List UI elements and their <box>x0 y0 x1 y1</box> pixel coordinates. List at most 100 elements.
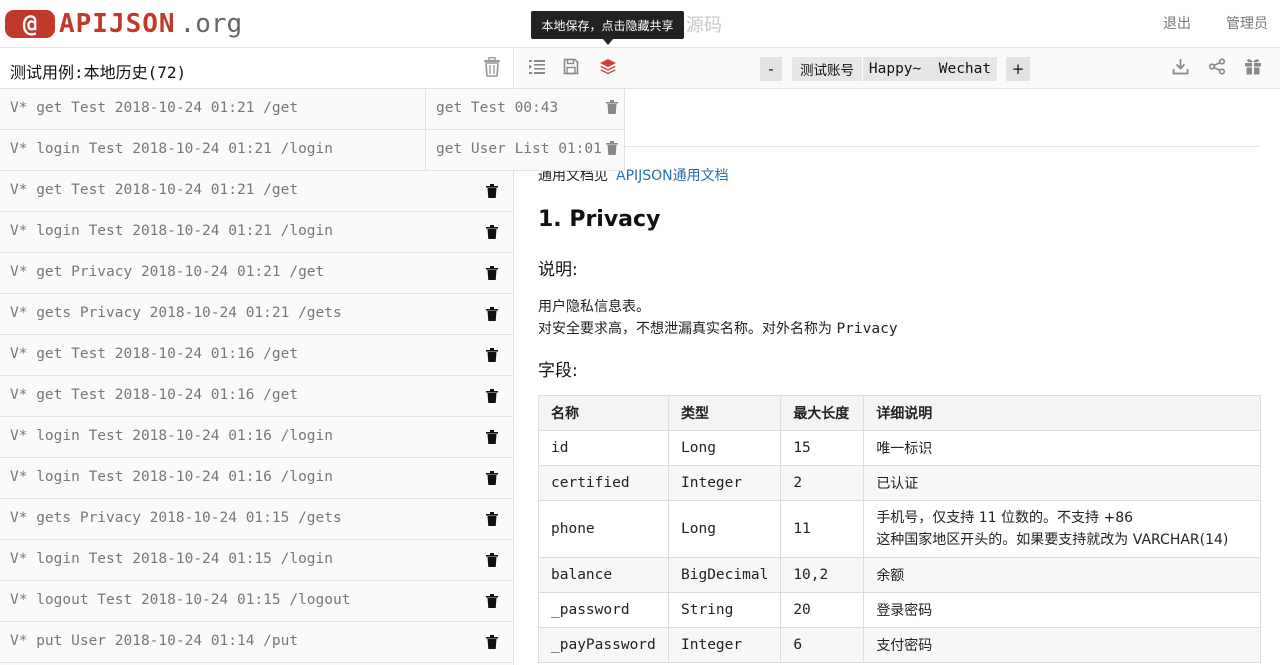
history-item-label: V* gets Privacy 2018-10-24 01:15 /gets <box>10 510 342 526</box>
trash-icon[interactable] <box>486 224 498 243</box>
description-line: 唯一标识 <box>876 441 933 457</box>
general-doc-link[interactable]: APIJSON通用文档 <box>616 168 729 184</box>
trash-icon[interactable] <box>486 183 498 202</box>
add-account-button[interactable]: + <box>1006 57 1030 81</box>
column-header: 类型 <box>667 395 782 431</box>
trash-icon[interactable] <box>486 634 498 653</box>
column-header: 详细说明 <box>863 395 1261 431</box>
admin-link[interactable]: 管理员 <box>1226 13 1268 33</box>
description-line: 对安全要求高，不想泄漏真实名称。对外名称为 Privacy <box>538 318 898 338</box>
account-selector[interactable]: Happy~ Wechat <box>863 57 997 81</box>
clear-history-trash-icon[interactable] <box>483 56 501 81</box>
field-name-cell: id <box>538 430 669 466</box>
table-row: phone Long 11 手机号，仅支持 11 位数的。不支持 +86 这种国家地区开… <box>538 500 1261 558</box>
field-description-cell: 支付密码 <box>863 627 1261 663</box>
trash-icon[interactable] <box>486 306 498 325</box>
field-length-cell: 20 <box>780 592 865 628</box>
source-code-link[interactable]: 源码 <box>686 11 722 37</box>
trash-icon[interactable] <box>486 429 498 448</box>
table-row: _password String 20 登录密码 <box>538 592 1261 628</box>
history-item[interactable]: V* get Test 2018-10-24 01:21 /get <box>0 171 513 212</box>
tooltip-arrow <box>603 39 613 45</box>
description-line: 这种国家地区开头的。如果要支持就改为 VARCHAR(14) <box>876 532 1229 548</box>
history-item-label: V* get Test 2018-10-24 01:16 /get <box>10 346 299 362</box>
history-item-label: V* login Test 2018-10-24 01:21 /login <box>10 141 334 157</box>
history-header: 测试用例:本地历史(72) <box>0 48 513 89</box>
history-item[interactable]: V* login Test 2018-10-24 01:16 /login <box>0 458 513 499</box>
description-line: 手机号，仅支持 11 位数的。不支持 +86 <box>876 510 1134 526</box>
history-item[interactable]: V* get Test 2018-10-24 01:16 /get <box>0 376 513 417</box>
download-icon[interactable] <box>1172 58 1189 79</box>
history-item-label: V* login Test 2018-10-24 01:21 /login <box>10 223 334 239</box>
field-length-cell: 10,2 <box>780 557 865 593</box>
logo-suffix: .org <box>179 9 243 39</box>
description-line: 余额 <box>876 568 905 584</box>
field-description-cell: 已认证 <box>863 465 1261 501</box>
popup-item[interactable]: get User List 01:01 <box>426 130 624 171</box>
history-item[interactable]: V* gets Privacy 2018-10-24 01:15 /gets <box>0 499 513 540</box>
column-header: 最大长度 <box>780 395 865 431</box>
trash-icon[interactable] <box>486 593 498 612</box>
trash-icon[interactable] <box>486 511 498 530</box>
history-item-label: V* login Test 2018-10-24 01:16 /login <box>10 428 334 444</box>
table-row: _payPassword Integer 6 支付密码 <box>538 627 1261 663</box>
trash-icon[interactable] <box>486 552 498 571</box>
trash-icon[interactable] <box>606 99 618 118</box>
table-title: 1. Privacy <box>538 207 661 232</box>
history-item-label: V* gets Privacy 2018-10-24 01:21 /gets <box>10 305 342 321</box>
description-line: 支付密码 <box>876 638 933 654</box>
history-item[interactable]: V* get Test 2018-10-24 01:16 /get <box>0 335 513 376</box>
field-name-cell: _payPassword <box>538 627 669 663</box>
history-title: 测试用例:本地历史(72) <box>10 63 187 82</box>
history-item-label: V* login Test 2018-10-24 01:15 /login <box>10 551 334 567</box>
trash-icon[interactable] <box>486 265 498 284</box>
history-item[interactable]: V* gets Privacy 2018-10-24 01:21 /gets <box>0 294 513 335</box>
logout-link[interactable]: 退出 <box>1163 13 1191 33</box>
popup-item[interactable]: get Test 00:43 <box>426 89 624 130</box>
description-code: Privacy <box>836 321 898 337</box>
field-length-cell: 2 <box>780 465 865 501</box>
field-name-cell: certified <box>538 465 669 501</box>
field-type-cell: BigDecimal <box>667 557 782 593</box>
list-indent-icon[interactable] <box>528 58 546 80</box>
trash-icon[interactable] <box>486 388 498 407</box>
history-item-label: V* get Test 2018-10-24 01:21 /get <box>10 100 299 116</box>
field-description-cell: 登录密码 <box>863 592 1261 628</box>
trash-icon[interactable] <box>606 140 618 159</box>
history-item[interactable]: V* login Test 2018-10-24 01:16 /login <box>0 417 513 458</box>
column-header: 名称 <box>538 395 669 431</box>
popup-item-label: get User List 01:01 <box>436 141 602 157</box>
share-icon[interactable] <box>1208 58 1226 79</box>
doc-panel: 通用文档见 APIJSON通用文档 1. Privacy 说明: 用户隐私信息表。… <box>515 89 1280 665</box>
table-row: id Long 15 唯一标识 <box>538 430 1261 466</box>
table-body: id Long 15 唯一标识 certified Integer 2 已认证 phone Lon… <box>538 430 1261 663</box>
field-length-cell: 15 <box>780 430 865 466</box>
logo[interactable]: @ APIJSON .org <box>5 8 242 40</box>
gift-icon[interactable] <box>1244 58 1262 79</box>
field-name-cell: phone <box>538 500 669 558</box>
history-item-label: V* get Test 2018-10-24 01:21 /get <box>10 182 299 198</box>
history-item-label: V* get Privacy 2018-10-24 01:21 /get <box>10 264 325 280</box>
field-type-cell: Integer <box>667 627 782 663</box>
description-heading: 说明: <box>538 260 578 280</box>
trash-icon[interactable] <box>486 347 498 366</box>
trash-icon[interactable] <box>486 470 498 489</box>
fields-table: 名称 类型 最大长度 详细说明 id Long 15 唯一标识 certified Int… <box>538 395 1261 663</box>
account-label: 测试账号 <box>792 57 862 81</box>
field-length-cell: 11 <box>780 500 865 558</box>
history-list: V* get Test 2018-10-24 01:21 /get V* logi… <box>0 89 513 663</box>
history-item[interactable]: V* get Privacy 2018-10-24 01:21 /get <box>0 253 513 294</box>
layers-icon[interactable] <box>599 58 617 79</box>
field-description-cell: 唯一标识 <box>863 430 1261 466</box>
history-item[interactable]: V* login Test 2018-10-24 01:15 /login <box>0 540 513 581</box>
history-item-label: V* get Test 2018-10-24 01:16 /get <box>10 387 299 403</box>
logo-at-icon: @ <box>5 10 55 38</box>
history-item[interactable]: V* login Test 2018-10-24 01:21 /login <box>0 212 513 253</box>
remove-account-button[interactable]: - <box>760 57 782 81</box>
history-item[interactable]: V* logout Test 2018-10-24 01:15 /logout <box>0 581 513 622</box>
save-icon[interactable] <box>563 58 579 79</box>
logo-name: APIJSON <box>59 9 176 39</box>
field-description-cell: 余额 <box>863 557 1261 593</box>
fields-heading: 字段: <box>538 361 578 381</box>
history-item[interactable]: V* put User 2018-10-24 01:14 /put <box>0 622 513 663</box>
